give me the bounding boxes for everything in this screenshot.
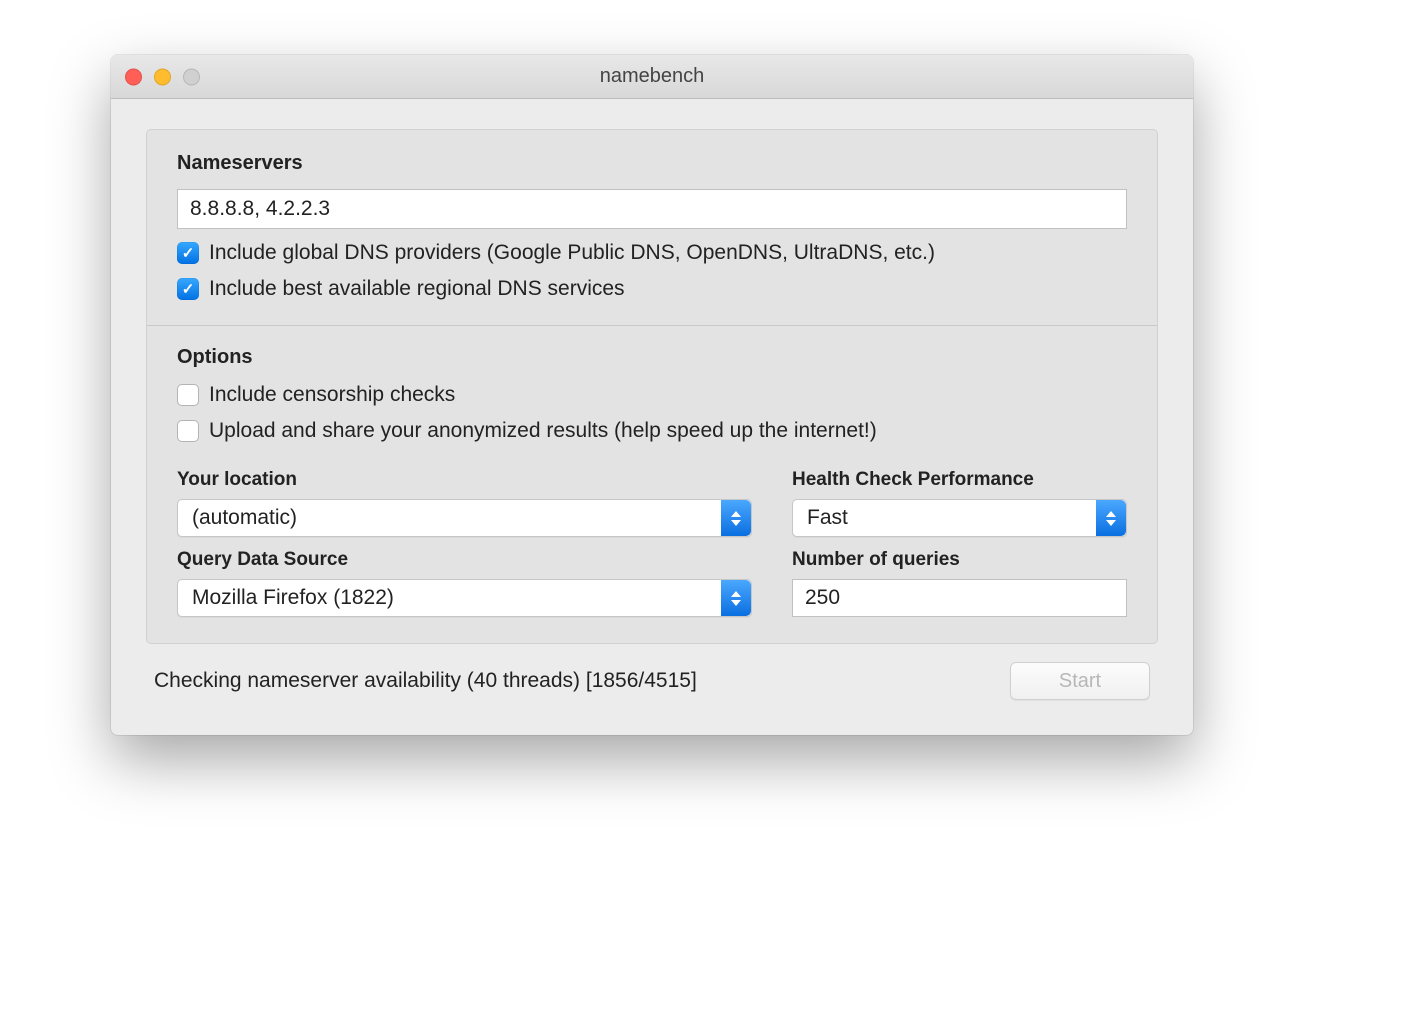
upload-label: Upload and share your anonymized results… bbox=[209, 419, 877, 443]
location-select[interactable]: (automatic) bbox=[177, 499, 752, 537]
main-panel: Nameservers ✓ Include global DNS provide… bbox=[146, 129, 1158, 644]
censorship-row[interactable]: Include censorship checks bbox=[177, 383, 1127, 407]
footer: Checking nameserver availability (40 thr… bbox=[146, 644, 1158, 710]
section-divider bbox=[147, 325, 1157, 326]
updown-arrows-icon bbox=[1096, 500, 1126, 536]
location-column: Your location (automatic) bbox=[177, 469, 752, 537]
source-value: Mozilla Firefox (1822) bbox=[192, 586, 394, 610]
source-column: Query Data Source Mozilla Firefox (1822) bbox=[177, 549, 752, 617]
source-select[interactable]: Mozilla Firefox (1822) bbox=[177, 579, 752, 617]
source-label: Query Data Source bbox=[177, 549, 752, 571]
checkmark-icon: ✓ bbox=[182, 280, 195, 298]
nameservers-heading: Nameservers bbox=[177, 152, 1127, 175]
queries-label: Number of queries bbox=[792, 549, 1127, 571]
updown-arrows-icon bbox=[721, 580, 751, 616]
health-value: Fast bbox=[807, 506, 848, 530]
content: Nameservers ✓ Include global DNS provide… bbox=[111, 99, 1193, 735]
app-window: namebench Nameservers ✓ Include global D… bbox=[111, 55, 1193, 735]
include-global-row[interactable]: ✓ Include global DNS providers (Google P… bbox=[177, 241, 1127, 265]
close-window-button[interactable] bbox=[125, 68, 142, 85]
include-regional-row[interactable]: ✓ Include best available regional DNS se… bbox=[177, 277, 1127, 301]
health-select[interactable]: Fast bbox=[792, 499, 1127, 537]
zoom-window-button[interactable] bbox=[183, 68, 200, 85]
titlebar: namebench bbox=[111, 55, 1193, 99]
upload-checkbox[interactable] bbox=[177, 420, 199, 442]
window-title: namebench bbox=[600, 65, 705, 88]
include-global-label: Include global DNS providers (Google Pub… bbox=[209, 241, 935, 265]
checkmark-icon: ✓ bbox=[182, 244, 195, 262]
health-column: Health Check Performance Fast bbox=[792, 469, 1127, 537]
queries-column: Number of queries bbox=[792, 549, 1127, 617]
minimize-window-button[interactable] bbox=[154, 68, 171, 85]
location-label: Your location bbox=[177, 469, 752, 491]
health-label: Health Check Performance bbox=[792, 469, 1127, 491]
include-regional-checkbox[interactable]: ✓ bbox=[177, 278, 199, 300]
queries-input[interactable] bbox=[792, 579, 1127, 617]
start-button[interactable]: Start bbox=[1010, 662, 1150, 700]
include-global-checkbox[interactable]: ✓ bbox=[177, 242, 199, 264]
censorship-label: Include censorship checks bbox=[209, 383, 455, 407]
options-heading: Options bbox=[177, 346, 1127, 369]
censorship-checkbox[interactable] bbox=[177, 384, 199, 406]
status-text: Checking nameserver availability (40 thr… bbox=[154, 669, 697, 693]
upload-row[interactable]: Upload and share your anonymized results… bbox=[177, 419, 1127, 443]
traffic-lights bbox=[125, 68, 200, 85]
settings-grid: Your location (automatic) Health Check P… bbox=[177, 469, 1127, 617]
location-value: (automatic) bbox=[192, 506, 297, 530]
include-regional-label: Include best available regional DNS serv… bbox=[209, 277, 625, 301]
updown-arrows-icon bbox=[721, 500, 751, 536]
nameservers-input[interactable] bbox=[177, 189, 1127, 229]
